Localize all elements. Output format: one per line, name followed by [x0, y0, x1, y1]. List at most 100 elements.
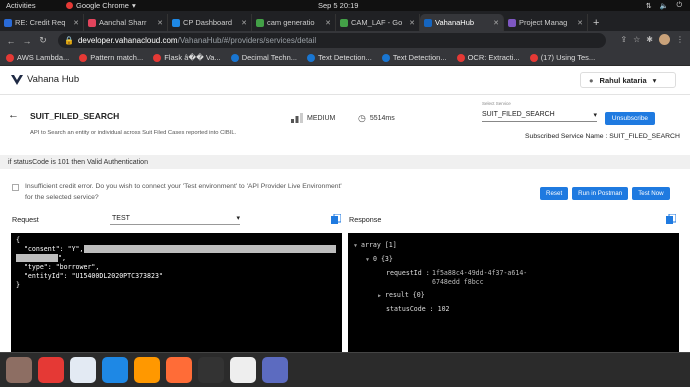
close-icon[interactable]: ✕	[493, 19, 499, 27]
menu-icon[interactable]: ⋮	[676, 35, 684, 44]
chevron-down-icon: ▾	[652, 75, 657, 85]
browser-tab[interactable]: RE: Credit Req ✕	[0, 14, 84, 31]
tab-label: Project Manag	[519, 18, 568, 27]
close-icon[interactable]: ✕	[577, 19, 583, 27]
close-icon[interactable]: ✕	[409, 19, 415, 27]
request-id-value-cont: 6748edd f8bcc	[432, 278, 484, 286]
profile-avatar[interactable]	[659, 34, 670, 45]
bookmark-item[interactable]: Flask â�� Va...	[153, 53, 221, 62]
extension-icon[interactable]: ✱	[646, 35, 653, 44]
bookmark-item[interactable]: Text Detection...	[381, 53, 447, 62]
browser-tab[interactable]: cam generatio ✕	[252, 14, 336, 31]
bookmark-item[interactable]: Text Detection...	[307, 53, 372, 62]
postman-icon[interactable]	[166, 357, 192, 383]
chevron-down-icon: ▾	[593, 111, 597, 119]
bookmark-item[interactable]: (17) Using Tes...	[529, 53, 595, 62]
browser-tab[interactable]: CAM_LAF - Go ✕	[336, 14, 420, 31]
reset-button[interactable]: Reset	[540, 187, 569, 200]
url-input[interactable]: 🔒 developer.vahanacloud.com/VahanaHub/#/…	[58, 33, 606, 48]
result-node[interactable]: ▶ result {0}	[378, 291, 425, 299]
forward-icon[interactable]: →	[22, 36, 32, 46]
chevron-down-icon: ▾	[236, 215, 240, 222]
value-line: 6748edd f8bcc	[432, 278, 484, 286]
text-editor-icon[interactable]	[70, 357, 96, 383]
clock-icon: ◷	[358, 113, 366, 123]
back-arrow-icon[interactable]: ←	[8, 109, 19, 121]
redacted-block	[83, 245, 336, 253]
vlc-icon[interactable]	[134, 357, 160, 383]
clock[interactable]: Sep 5 20:19	[318, 1, 358, 10]
url-path: /VahanaHub/#/providers/services/detail	[177, 36, 317, 45]
environment-select[interactable]: TEST ▾	[110, 212, 240, 225]
user-menu[interactable]: ● Rahul kataria ▾	[580, 72, 676, 88]
tree-item[interactable]: ▼ 0 {3}	[366, 255, 393, 263]
back-icon[interactable]: ←	[6, 36, 16, 46]
status-code-row: statusCode : 102	[386, 305, 450, 313]
request-id-value: 1f5a88c4-49dd-4f37-a614-	[432, 269, 527, 277]
latency-value: 5514ms	[369, 115, 395, 122]
bookmark-item[interactable]: Decimal Techn...	[230, 53, 297, 62]
unsubscribe-button[interactable]: Unsubscribe	[605, 112, 655, 125]
terminal-icon[interactable]	[198, 357, 224, 383]
bookmark-item[interactable]: Pattern match...	[79, 53, 143, 62]
browser-tab[interactable]: Project Manag ✕	[504, 14, 588, 31]
tab-favicon-icon	[508, 18, 516, 27]
copy-request-icon[interactable]	[331, 214, 341, 224]
tab-label: VahanaHub	[435, 18, 475, 27]
copy-response-icon[interactable]	[666, 214, 676, 224]
tab-label: CAM_LAF - Go	[351, 18, 403, 27]
vahana-logo[interactable]: Vahana Hub	[11, 74, 79, 85]
bookmark-favicon-icon	[6, 53, 14, 62]
bookmark-label: Text Detection...	[392, 53, 447, 62]
screenshot-icon[interactable]	[262, 357, 288, 383]
close-icon[interactable]: ✕	[241, 19, 247, 27]
chrome-icon	[66, 2, 73, 9]
new-tab-button[interactable]: +	[588, 14, 604, 31]
vscode-icon[interactable]	[102, 357, 128, 383]
code-line: }	[16, 281, 20, 289]
browser-tab[interactable]: CP Dashboard ✕	[168, 14, 252, 31]
bookmark-favicon-icon	[529, 53, 538, 62]
warning-text: Insufficient credit error. Do you wish t…	[25, 183, 342, 201]
star-icon[interactable]: ☆	[633, 35, 640, 44]
selected-service: SUIT_FILED_SEARCH	[482, 111, 555, 118]
service-description: API to Search an entity or individual ac…	[30, 130, 237, 136]
bookmark-item[interactable]: AWS Lambda...	[6, 53, 69, 62]
redacted-block	[16, 254, 58, 262]
inkscape-icon[interactable]	[230, 357, 256, 383]
service-select[interactable]: Select Service SUIT_FILED_SEARCH ▾	[482, 101, 597, 122]
tab-favicon-icon	[172, 18, 180, 27]
bookmark-favicon-icon	[456, 53, 465, 62]
extensions-area: ⇪ ☆ ✱ ⋮	[620, 34, 684, 45]
tree-root[interactable]: ▼ array [1]	[354, 241, 397, 249]
bookmark-favicon-icon	[307, 53, 316, 62]
run-in-postman-button[interactable]: Run in Postman	[572, 187, 629, 200]
request-label: Request	[12, 215, 39, 224]
os-top-bar: Activities Google Chrome ▾ Sep 5 20:19 ⇅ 🔈…	[0, 0, 690, 11]
browser-tab[interactable]: Aanchal Sharr ✕	[84, 14, 168, 31]
chrome-icon[interactable]	[38, 357, 64, 383]
browser-tab[interactable]: VahanaHub ✕	[420, 14, 504, 31]
activities-button[interactable]: Activities	[6, 1, 36, 10]
tab-strip: RE: Credit Req ✕ Aanchal Sharr ✕ CP Dashboar…	[0, 11, 690, 31]
share-icon[interactable]: ⇪	[620, 35, 627, 44]
network-icon: ⇅	[645, 2, 652, 10]
bookmark-item[interactable]: OCR: Extracti...	[456, 53, 520, 62]
app-menu[interactable]: Google Chrome ▾	[66, 1, 136, 10]
logo-icon	[11, 74, 23, 85]
address-toolbar: ← → ↻ 🔒 developer.vahanacloud.com/Vahana…	[0, 31, 690, 50]
code-line: "entityId": "U15400DL2020PTC373823"	[16, 272, 163, 280]
app-header: Vahana Hub ● Rahul kataria ▾	[0, 66, 690, 95]
request-editor[interactable]: { "consent": "Y", ", "type": "borrower",…	[11, 233, 342, 352]
service-latency: ◷ 5514ms	[358, 113, 395, 124]
test-now-button[interactable]: Test Now	[632, 187, 670, 200]
close-icon[interactable]: ✕	[325, 19, 331, 27]
app-name: Google Chrome	[76, 1, 129, 10]
files-icon[interactable]	[6, 357, 32, 383]
connect-live-checkbox[interactable]	[12, 184, 19, 191]
code-line: "type": "borrower",	[16, 263, 100, 271]
system-tray[interactable]: ⇅ 🔈 ⏻	[646, 2, 682, 10]
reload-icon[interactable]: ↻	[38, 35, 48, 46]
close-icon[interactable]: ✕	[157, 19, 163, 27]
close-icon[interactable]: ✕	[73, 19, 79, 27]
